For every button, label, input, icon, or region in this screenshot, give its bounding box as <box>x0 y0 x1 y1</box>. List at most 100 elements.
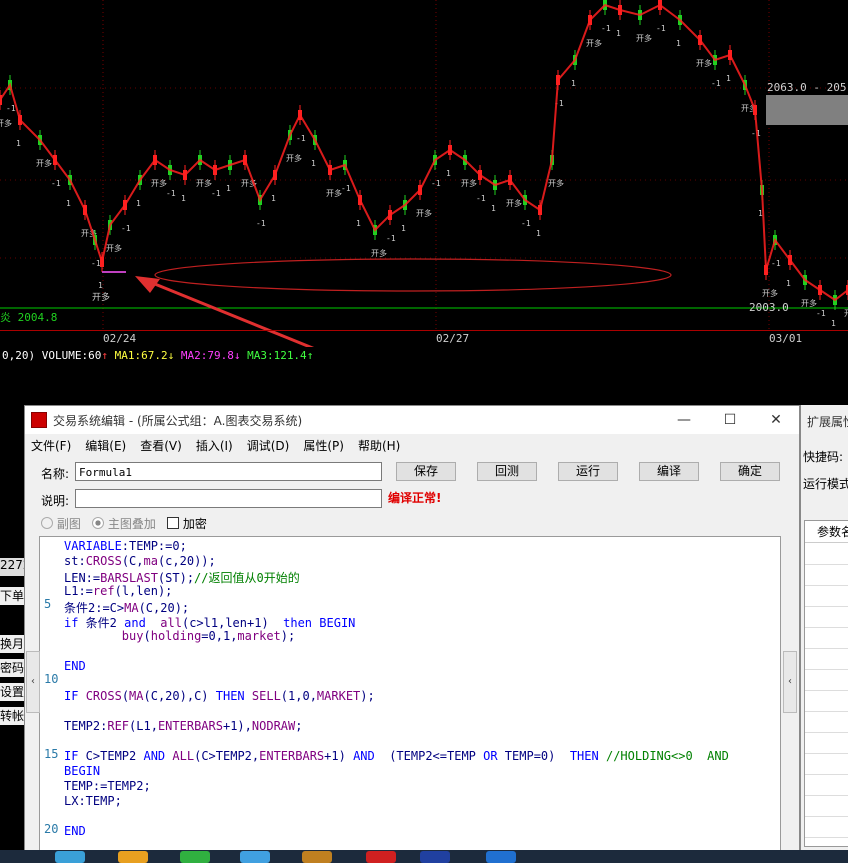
confirm-button[interactable]: 确定 <box>720 462 780 481</box>
signal-label: 开多 <box>151 178 167 188</box>
taskbar-app-icon[interactable] <box>366 851 396 863</box>
collapse-left-icon[interactable]: ‹ <box>26 651 40 713</box>
kline-chart[interactable]: 开多-11开多-11开多-11开多-11开多-11开多-11开多-11开多-11… <box>0 0 848 347</box>
editor-title: 交易系统编辑 - (所属公式组：A.图表交易系统) <box>53 413 303 428</box>
signal-label: 1 <box>446 169 451 178</box>
description-input[interactable] <box>75 489 382 508</box>
left-trade-strip: 2272 下单 换月 密码 设置 转帐 <box>0 365 24 863</box>
volume-prefix: 0,20) <box>2 349 36 362</box>
menu-debug[interactable]: 调试(D) <box>247 437 290 454</box>
signal-label: 1 <box>98 281 103 290</box>
signal-label: 开多 <box>762 288 778 298</box>
trading-system-editor-window: 交易系统编辑 - (所属公式组：A.图表交易系统) — ☐ ✕ 文件(F) 编辑… <box>24 405 800 853</box>
menu-properties[interactable]: 属性(P) <box>303 437 344 454</box>
signal-label: -1 <box>296 134 306 143</box>
price-label-upper: 2063.0 - 205 <box>767 81 847 94</box>
signal-label: 开多 <box>286 153 302 163</box>
left-strip-password[interactable]: 密码 <box>0 659 24 677</box>
signal-label: 1 <box>491 204 496 213</box>
compile-button[interactable]: 编译 <box>639 462 699 481</box>
close-icon[interactable]: ✕ <box>753 412 799 428</box>
param-table[interactable]: 参数名 <box>804 520 848 847</box>
run-button[interactable]: 运行 <box>558 462 618 481</box>
maximize-icon[interactable]: ☐ <box>707 412 753 428</box>
checkbox-icon <box>167 517 179 529</box>
param-table-row[interactable] <box>805 606 848 607</box>
signal-label: 开多 <box>696 58 712 68</box>
taskbar-app-icon[interactable] <box>55 851 85 863</box>
encrypt-checkbox[interactable]: 加密 <box>167 515 207 532</box>
param-table-row[interactable] <box>805 711 848 712</box>
name-input[interactable]: Formula1 <box>75 462 382 481</box>
menu-insert[interactable]: 插入(I) <box>196 437 233 454</box>
date-label: 02/24 <box>103 332 137 345</box>
signal-label: 1 <box>271 194 276 203</box>
signal-label: -1 <box>211 189 221 198</box>
param-table-row[interactable] <box>805 627 848 628</box>
param-name-header: 参数名 <box>805 521 848 543</box>
left-strip-transfer[interactable]: 转帐 <box>0 707 24 725</box>
taskbar-app-icon[interactable] <box>420 851 450 863</box>
volume-indicator-bar: 0,20) VOLUME:60↑ MA1:67.2↓ MA2:79.8↓ MA3… <box>2 349 314 362</box>
code-editor[interactable]: 5 10 15 20 VARIABLE:TEMP:=0; st:CROSS(C,m… <box>39 536 781 853</box>
date-label: 03/01 <box>769 332 803 345</box>
radio-main-overlay[interactable]: 主图叠加 <box>92 515 156 532</box>
extended-properties-panel: 扩展属性 快捷码: 运行模式 参数名 <box>800 405 848 850</box>
line-number: 20 <box>44 822 59 836</box>
taskbar-app-icon[interactable] <box>180 851 210 863</box>
app-icon <box>31 412 47 428</box>
left-strip-switch-month[interactable]: 换月 <box>0 635 24 653</box>
editor-title-bar[interactable]: 交易系统编辑 - (所属公式组：A.图表交易系统) — ☐ ✕ <box>25 406 799 434</box>
param-table-row[interactable] <box>805 774 848 775</box>
taskbar-app-icon[interactable] <box>240 851 270 863</box>
signal-label: 开多 <box>371 248 387 258</box>
menu-help[interactable]: 帮助(H) <box>358 437 400 454</box>
left-strip-value: 2272 <box>0 558 24 576</box>
ma2-value: MA2:79.8 <box>180 349 234 362</box>
param-table-row[interactable] <box>805 648 848 649</box>
param-table-row[interactable] <box>805 690 848 691</box>
param-table-row[interactable] <box>805 816 848 817</box>
kline-chart-svg: 开多-11开多-11开多-11开多-11开多-11开多-11开多-11开多-11… <box>0 0 848 347</box>
signal-label: 1 <box>616 29 621 38</box>
encrypt-label: 加密 <box>182 517 207 531</box>
code-line: BEGIN <box>64 764 101 778</box>
signal-label: -1 <box>51 179 61 188</box>
signal-label: 1 <box>676 39 681 48</box>
line-number: 10 <box>44 672 59 686</box>
taskbar-app-icon[interactable] <box>486 851 516 863</box>
collapse-right-icon[interactable]: ‹ <box>783 651 797 713</box>
taskbar-app-icon[interactable] <box>302 851 332 863</box>
param-table-row[interactable] <box>805 753 848 754</box>
code-line: IF C>TEMP2 AND ALL(C>TEMP2,ENTERBARS+1) … <box>64 749 729 763</box>
param-table-row[interactable] <box>805 669 848 670</box>
backtest-button[interactable]: 回测 <box>477 462 537 481</box>
price-label-left: 炎 2004.8 <box>0 311 58 324</box>
signal-label: -1 <box>601 24 611 33</box>
ma3-value: MA3:121.4 <box>247 349 307 362</box>
param-table-row[interactable] <box>805 564 848 565</box>
save-button[interactable]: 保存 <box>396 462 456 481</box>
name-label: 名称: <box>41 467 70 481</box>
param-table-row[interactable] <box>805 837 848 838</box>
menu-file[interactable]: 文件(F) <box>31 437 71 454</box>
signal-label: -1 <box>431 179 441 188</box>
menu-bar: 文件(F) 编辑(E) 查看(V) 插入(I) 调试(D) 属性(P) 帮助(H… <box>25 434 799 456</box>
compile-status: 编译正常! <box>388 491 442 505</box>
signal-label: -1 <box>816 309 826 318</box>
minimize-icon[interactable]: — <box>661 412 707 428</box>
left-strip-settings[interactable]: 设置 <box>0 683 24 701</box>
left-strip-order[interactable]: 下单 <box>0 587 24 605</box>
line-number: 15 <box>44 747 59 761</box>
menu-view[interactable]: 查看(V) <box>140 437 182 454</box>
param-table-row[interactable] <box>805 732 848 733</box>
radio-subchart[interactable]: 副图 <box>41 515 81 532</box>
signal-label: 开多 <box>844 308 848 318</box>
taskbar-app-icon[interactable] <box>118 851 148 863</box>
param-table-row[interactable] <box>805 585 848 586</box>
run-mode-label: 运行模式 <box>803 477 848 491</box>
param-table-row[interactable] <box>805 795 848 796</box>
menu-edit[interactable]: 编辑(E) <box>85 437 126 454</box>
description-label: 说明: <box>41 494 70 508</box>
code-line: END <box>64 659 86 673</box>
